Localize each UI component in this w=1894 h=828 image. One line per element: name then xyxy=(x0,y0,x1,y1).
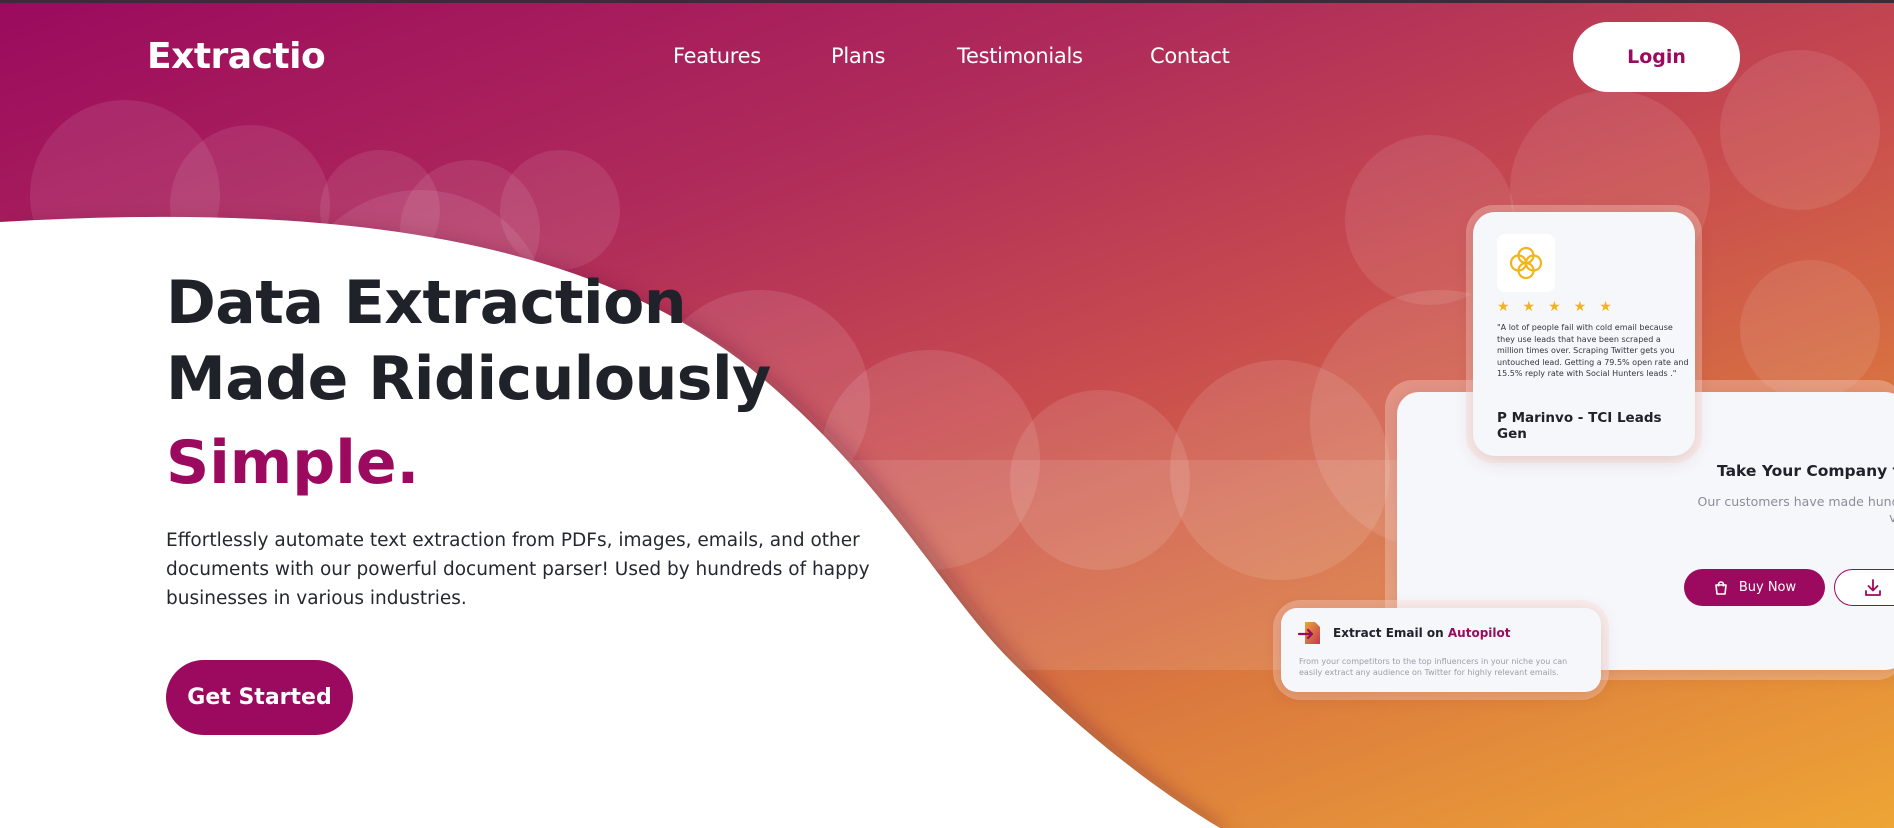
testimonial-card: ★★★★★ "A lot of people fail with cold em… xyxy=(1473,212,1695,456)
company-card-text: Our customers have made hundreds of tho … xyxy=(1697,494,1894,525)
email-card-title: Extract Email on Autopilot xyxy=(1333,626,1511,640)
headline-line-2: Made Ridiculously xyxy=(166,344,771,414)
get-started-button[interactable]: Get Started xyxy=(166,660,353,735)
download-button[interactable] xyxy=(1834,569,1894,606)
buy-now-button[interactable]: Buy Now xyxy=(1684,569,1825,606)
extract-email-icon xyxy=(1297,622,1320,644)
hero-headline: Data Extraction Made Ridiculously xyxy=(166,265,986,417)
headline-accent: Simple. xyxy=(166,428,420,498)
nav-link-features[interactable]: Features xyxy=(673,44,761,68)
nav-link-plans[interactable]: Plans xyxy=(831,44,885,68)
brand-logo[interactable]: Extractio xyxy=(147,36,326,77)
clover-logo-icon xyxy=(1497,234,1555,292)
nav-link-testimonials[interactable]: Testimonials xyxy=(957,44,1083,68)
email-card: Extract Email on Autopilot From your com… xyxy=(1281,608,1601,692)
email-card-title-prefix: Extract Email on xyxy=(1333,626,1448,640)
testimonial-author: P Marinvo - TCI Leads Gen xyxy=(1497,410,1662,442)
download-icon xyxy=(1865,578,1881,596)
login-button[interactable]: Login xyxy=(1573,22,1740,92)
hero-description: Effortlessly automate text extraction fr… xyxy=(166,530,870,609)
shopping-bag-icon xyxy=(1715,580,1727,595)
buy-now-label: Buy Now xyxy=(1738,580,1797,595)
star-rating: ★★★★★ xyxy=(1497,298,1625,314)
email-card-title-accent: Autopilot xyxy=(1447,626,1511,640)
company-card-title: Take Your Company to xyxy=(1717,462,1894,480)
landing-page: Extractio Features Plans Testimonials Co… xyxy=(0,0,1894,828)
testimonial-quote: "A lot of people fail with cold email be… xyxy=(1497,323,1689,378)
headline-line-1: Data Extraction xyxy=(166,268,687,338)
nav-link-contact[interactable]: Contact xyxy=(1150,44,1230,68)
email-card-text: From your competitors to the top influen… xyxy=(1299,657,1568,677)
